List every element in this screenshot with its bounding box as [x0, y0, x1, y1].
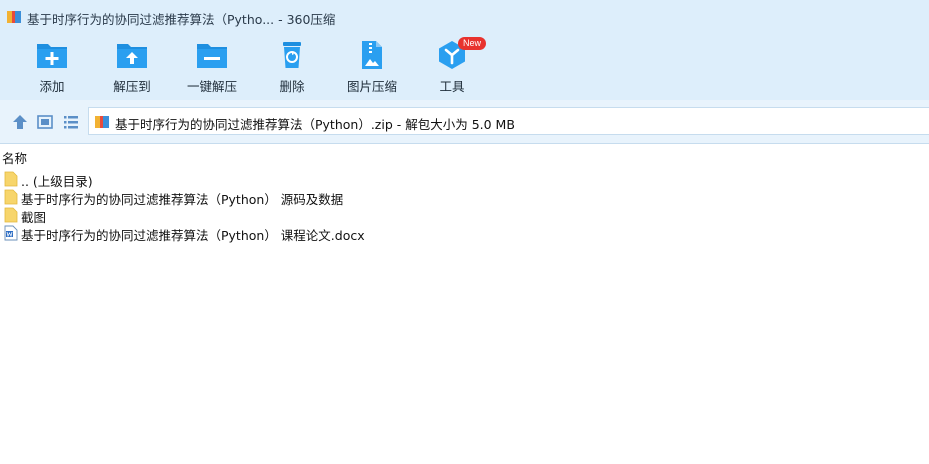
list-item[interactable]: 截图 — [0, 206, 600, 225]
folder-icon — [4, 189, 18, 205]
image-compress-icon — [362, 41, 382, 69]
add-label: 添加 — [39, 79, 65, 94]
extract-to-button[interactable]: 解压到 — [90, 40, 174, 98]
list-item[interactable]: 基于时序行为的协同过滤推荐算法（Python） 课程论文.docx — [0, 224, 600, 243]
tools-button[interactable]: New 工具 — [410, 37, 494, 98]
toolbar: 添加 解压到 一键解压 删除 图片压缩 New 工具 — [0, 34, 929, 100]
column-name-label: 名称 — [2, 151, 28, 166]
column-header-name[interactable]: 名称 — [0, 144, 929, 166]
extract-to-icon — [117, 44, 147, 68]
address-field[interactable]: 基于时序行为的协同过滤推荐算法（Python）.zip - 解包大小为 5.0 … — [88, 107, 929, 135]
tools-label: 工具 — [439, 79, 465, 94]
delete-label: 删除 — [279, 79, 305, 94]
image-compress-label: 图片压缩 — [346, 79, 397, 94]
image-compress-button[interactable]: 图片压缩 — [330, 40, 414, 98]
folder-icon — [4, 171, 18, 187]
list-item-parent-dir[interactable]: .. (上级目录) — [0, 170, 600, 189]
extract-to-label: 解压到 — [113, 79, 151, 94]
trash-icon — [283, 42, 301, 68]
word-doc-icon — [4, 225, 18, 241]
list-item-name: 基于时序行为的协同过滤推荐算法（Python） 课程论文.docx — [21, 228, 365, 243]
address-bar: 基于时序行为的协同过滤推荐算法（Python）.zip - 解包大小为 5.0 … — [0, 100, 929, 144]
window-title: 基于时序行为的协同过滤推荐算法（Pytho... - 360压缩 — [27, 12, 336, 27]
folder-icon — [4, 207, 18, 223]
zip-archive-icon — [95, 116, 109, 128]
thumbnail-view-icon[interactable] — [36, 113, 54, 131]
up-arrow-icon[interactable] — [11, 113, 29, 131]
add-folder-icon — [37, 44, 67, 68]
delete-button[interactable]: 删除 — [250, 40, 334, 98]
archive-app-icon — [7, 11, 21, 23]
add-button[interactable]: 添加 — [10, 40, 94, 98]
list-item[interactable]: 基于时序行为的协同过滤推荐算法（Python） 源码及数据 — [0, 188, 600, 207]
one-click-extract-icon — [197, 44, 227, 68]
one-click-extract-label: 一键解压 — [186, 79, 237, 94]
list-view-icon[interactable] — [62, 113, 80, 131]
title-bar: 基于时序行为的协同过滤推荐算法（Pytho... - 360压缩 — [0, 0, 929, 34]
archive-path: 基于时序行为的协同过滤推荐算法（Python）.zip - 解包大小为 5.0 … — [115, 117, 515, 132]
one-click-extract-button[interactable]: 一键解压 — [170, 40, 254, 98]
new-badge: New — [458, 37, 487, 50]
file-list: 名称 .. (上级目录) 基于时序行为的协同过滤推荐算法（Python） 源码及… — [0, 144, 929, 464]
